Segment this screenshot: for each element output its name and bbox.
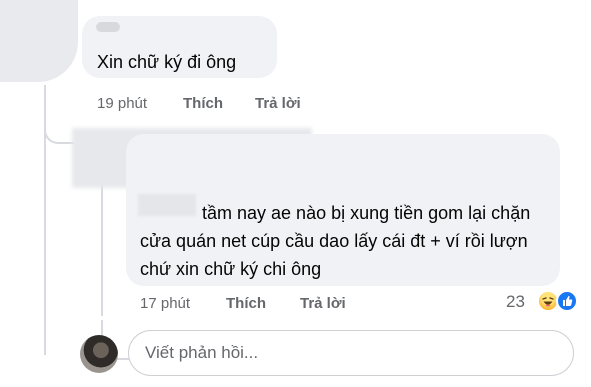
commenter-avatar-blurred[interactable] [0,0,78,82]
commenter-name-blurred[interactable] [96,22,120,32]
reply-comment-timestamp[interactable]: 17 phút [140,295,190,312]
reply-like-button[interactable]: Thích [226,295,266,312]
thread-line-nested [101,176,103,316]
reply-reply-button[interactable]: Trả lời [300,295,346,312]
like-icon[interactable] [556,290,578,312]
reply-comment-text: tầm nay ae nào bị xung tiền gom lại chặn… [140,203,531,279]
reply-input[interactable] [128,330,574,376]
like-button[interactable]: Thích [183,95,223,112]
comment-text: Xin chữ ký đi ông [97,52,237,72]
comment-timestamp[interactable]: 19 phút [97,95,147,112]
reply-button[interactable]: Trả lời [255,95,301,112]
user-avatar[interactable] [80,335,118,373]
reaction-count[interactable]: 23 [506,292,525,312]
thread-connector [44,118,74,144]
